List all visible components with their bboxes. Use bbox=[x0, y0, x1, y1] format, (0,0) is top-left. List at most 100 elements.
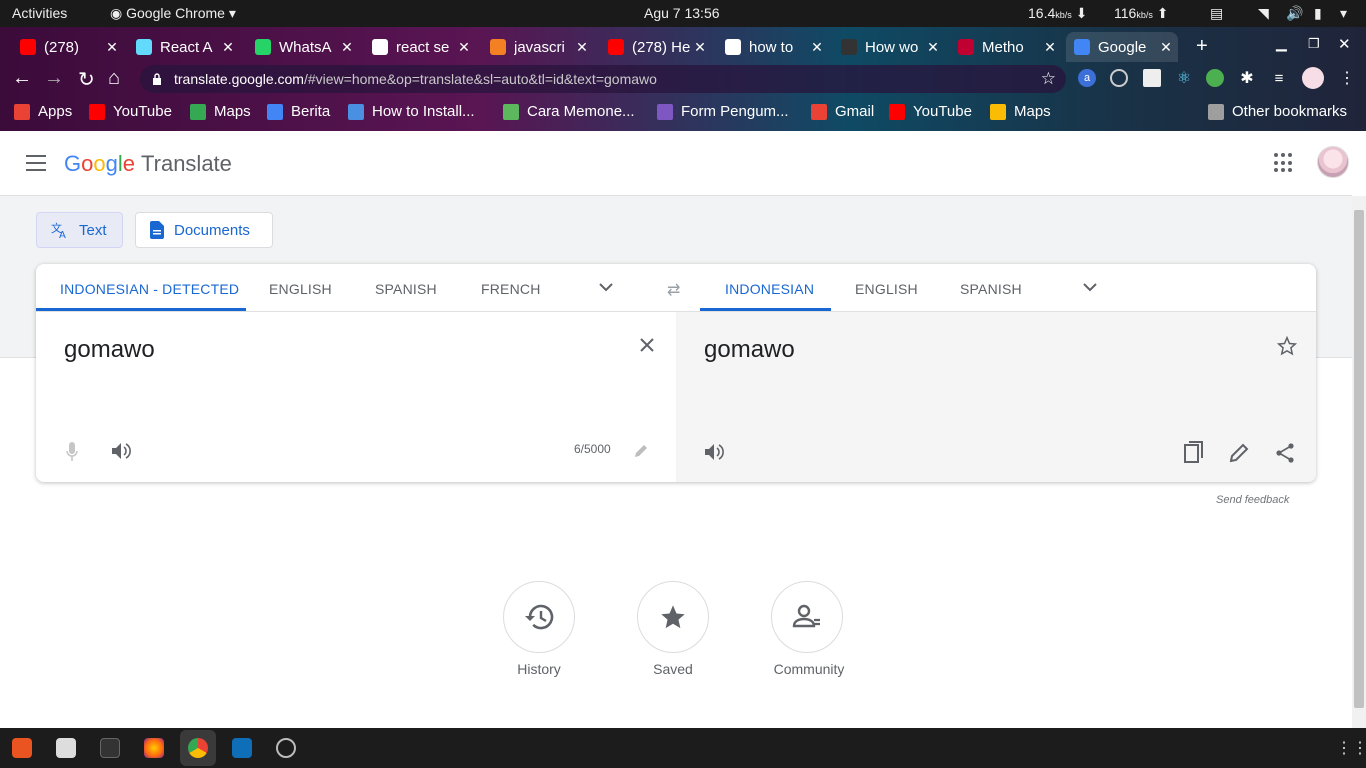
bookmark-star-icon[interactable]: ☆ bbox=[1041, 69, 1056, 89]
forward-icon[interactable]: → bbox=[44, 67, 64, 90]
bookmark-item[interactable]: Cara Memone... bbox=[503, 103, 635, 120]
clear-text-icon[interactable] bbox=[638, 336, 656, 354]
media-control-icon[interactable]: ≡ bbox=[1270, 69, 1288, 87]
edit-translation-pencil-icon[interactable] bbox=[1229, 443, 1249, 463]
system-menu-icon[interactable]: ▾ bbox=[1340, 5, 1347, 22]
bookmark-item[interactable]: Maps bbox=[190, 103, 251, 120]
source-lang-more-chevron-icon[interactable] bbox=[599, 282, 613, 292]
settings-icon[interactable] bbox=[276, 738, 296, 758]
bookmark-item[interactable]: Form Pengum... bbox=[657, 103, 789, 120]
battery-icon[interactable]: ▮ bbox=[1314, 5, 1322, 22]
source-lang-spanish[interactable]: SPANISH bbox=[375, 281, 437, 297]
microphone-icon[interactable] bbox=[66, 442, 78, 462]
firefox-icon[interactable] bbox=[144, 738, 164, 758]
react-devtools-icon[interactable]: ⚛ bbox=[1175, 69, 1193, 87]
source-text-input[interactable]: gomawo bbox=[64, 336, 155, 364]
history-button[interactable] bbox=[503, 581, 575, 653]
scrollbar-thumb[interactable] bbox=[1354, 210, 1364, 708]
save-translation-star-icon[interactable] bbox=[1277, 336, 1297, 356]
qr-code-icon[interactable] bbox=[1143, 69, 1161, 87]
browser-tab[interactable]: Metho ✕ bbox=[950, 32, 1062, 62]
wifi-icon[interactable]: ◥ bbox=[1258, 5, 1269, 22]
tab-close-icon[interactable]: ✕ bbox=[220, 39, 236, 56]
minimize-button[interactable]: ▁ bbox=[1276, 35, 1287, 52]
tab-close-icon[interactable]: ✕ bbox=[104, 39, 120, 56]
browser-tab[interactable]: (278) He ✕ bbox=[600, 32, 712, 62]
home-icon[interactable]: ⌂ bbox=[108, 67, 120, 90]
extension-green-icon[interactable] bbox=[1206, 69, 1224, 87]
browser-tab[interactable]: how to ✕ bbox=[717, 32, 829, 62]
volume-icon[interactable]: 🔊 bbox=[1286, 5, 1303, 22]
bookmark-item[interactable]: YouTube bbox=[89, 103, 172, 120]
saved-button[interactable] bbox=[637, 581, 709, 653]
reload-icon[interactable]: ↻ bbox=[78, 67, 95, 92]
browser-tab[interactable]: (278) ✕ bbox=[12, 32, 124, 62]
profile-avatar-icon[interactable] bbox=[1302, 67, 1324, 89]
close-window-button[interactable]: ✕ bbox=[1338, 35, 1351, 53]
browser-tab[interactable]: WhatsA ✕ bbox=[247, 32, 359, 62]
chrome-icon[interactable] bbox=[188, 738, 208, 758]
browser-tab[interactable]: How wo ✕ bbox=[833, 32, 945, 62]
bookmark-item[interactable]: Maps bbox=[990, 103, 1051, 120]
source-lang-french[interactable]: FRENCH bbox=[481, 281, 541, 297]
browser-tab[interactable]: React A ✕ bbox=[128, 32, 240, 62]
tab-close-icon[interactable]: ✕ bbox=[1042, 39, 1058, 56]
new-tab-button[interactable]: + bbox=[1196, 35, 1208, 58]
bookmark-item[interactable]: Other bookmarks bbox=[1208, 103, 1347, 120]
chrome-menu-icon[interactable]: ⋮ bbox=[1338, 69, 1356, 87]
extension-translate-icon[interactable]: a bbox=[1078, 69, 1096, 87]
clock[interactable]: Agu 7 13:56 bbox=[644, 5, 720, 21]
copy-translation-icon[interactable] bbox=[1184, 441, 1204, 463]
bookmark-item[interactable]: Berita bbox=[267, 103, 330, 120]
share-icon[interactable] bbox=[1275, 443, 1295, 463]
target-lang-more-chevron-icon[interactable] bbox=[1083, 282, 1097, 292]
account-avatar[interactable] bbox=[1317, 146, 1349, 178]
terminal-icon[interactable] bbox=[100, 738, 120, 758]
tab-favicon-icon bbox=[1074, 39, 1090, 55]
tab-close-icon[interactable]: ✕ bbox=[1158, 39, 1174, 56]
documents-mode-button[interactable]: Documents bbox=[135, 212, 273, 248]
hamburger-menu-icon[interactable] bbox=[26, 155, 46, 171]
browser-tab[interactable]: javascri ✕ bbox=[482, 32, 594, 62]
maximize-button[interactable]: ❐ bbox=[1308, 36, 1320, 52]
bookmark-item[interactable]: YouTube bbox=[889, 103, 972, 120]
tab-close-icon[interactable]: ✕ bbox=[925, 39, 941, 56]
software-center-icon[interactable] bbox=[12, 738, 32, 758]
target-lang-english[interactable]: ENGLISH bbox=[855, 281, 918, 297]
source-lang-english[interactable]: ENGLISH bbox=[269, 281, 332, 297]
vscode-icon[interactable] bbox=[232, 738, 252, 758]
handwriting-pencil-icon[interactable] bbox=[634, 444, 648, 458]
google-translate-logo[interactable]: Google Translate bbox=[64, 151, 232, 177]
bookmark-item[interactable]: How to Install... bbox=[348, 103, 475, 120]
tab-close-icon[interactable]: ✕ bbox=[339, 39, 355, 56]
extension-circle-icon[interactable] bbox=[1110, 69, 1128, 87]
page-scrollbar[interactable] bbox=[1352, 196, 1366, 728]
text-mode-button[interactable]: 文A Text bbox=[36, 212, 123, 248]
browser-tab[interactable]: Google ✕ bbox=[1066, 32, 1178, 62]
files-icon[interactable] bbox=[56, 738, 76, 758]
tab-close-icon[interactable]: ✕ bbox=[809, 39, 825, 56]
address-bar[interactable]: translate.google.com/#view=home&op=trans… bbox=[140, 65, 1066, 93]
bookmark-item[interactable]: Apps bbox=[14, 103, 72, 120]
back-icon[interactable]: ← bbox=[12, 67, 32, 90]
tab-close-icon[interactable]: ✕ bbox=[574, 39, 590, 56]
history-icon bbox=[525, 604, 554, 630]
google-apps-icon[interactable] bbox=[1274, 153, 1294, 173]
app-menu[interactable]: ◉ Google Chrome ▾ bbox=[110, 5, 236, 22]
target-listen-speaker-icon[interactable] bbox=[705, 443, 725, 461]
target-lang-spanish[interactable]: SPANISH bbox=[960, 281, 1022, 297]
activities-button[interactable]: Activities bbox=[12, 5, 67, 21]
tray-icon[interactable]: ▤ bbox=[1210, 5, 1223, 22]
target-lang-indonesian[interactable]: INDONESIAN bbox=[725, 281, 814, 297]
tab-close-icon[interactable]: ✕ bbox=[456, 39, 472, 56]
bookmark-item[interactable]: Gmail bbox=[811, 103, 874, 120]
tab-close-icon[interactable]: ✕ bbox=[692, 39, 708, 56]
source-listen-speaker-icon[interactable] bbox=[112, 442, 132, 460]
swap-languages-icon[interactable]: ⇄ bbox=[667, 280, 680, 300]
browser-tab[interactable]: react se ✕ bbox=[364, 32, 476, 62]
community-button[interactable] bbox=[771, 581, 843, 653]
source-lang-detected[interactable]: INDONESIAN - DETECTED bbox=[60, 281, 239, 297]
show-applications-icon[interactable]: ⋮⋮ bbox=[1336, 738, 1366, 758]
send-feedback-link[interactable]: Send feedback bbox=[1216, 494, 1289, 506]
extensions-puzzle-icon[interactable]: ✱ bbox=[1238, 69, 1256, 87]
